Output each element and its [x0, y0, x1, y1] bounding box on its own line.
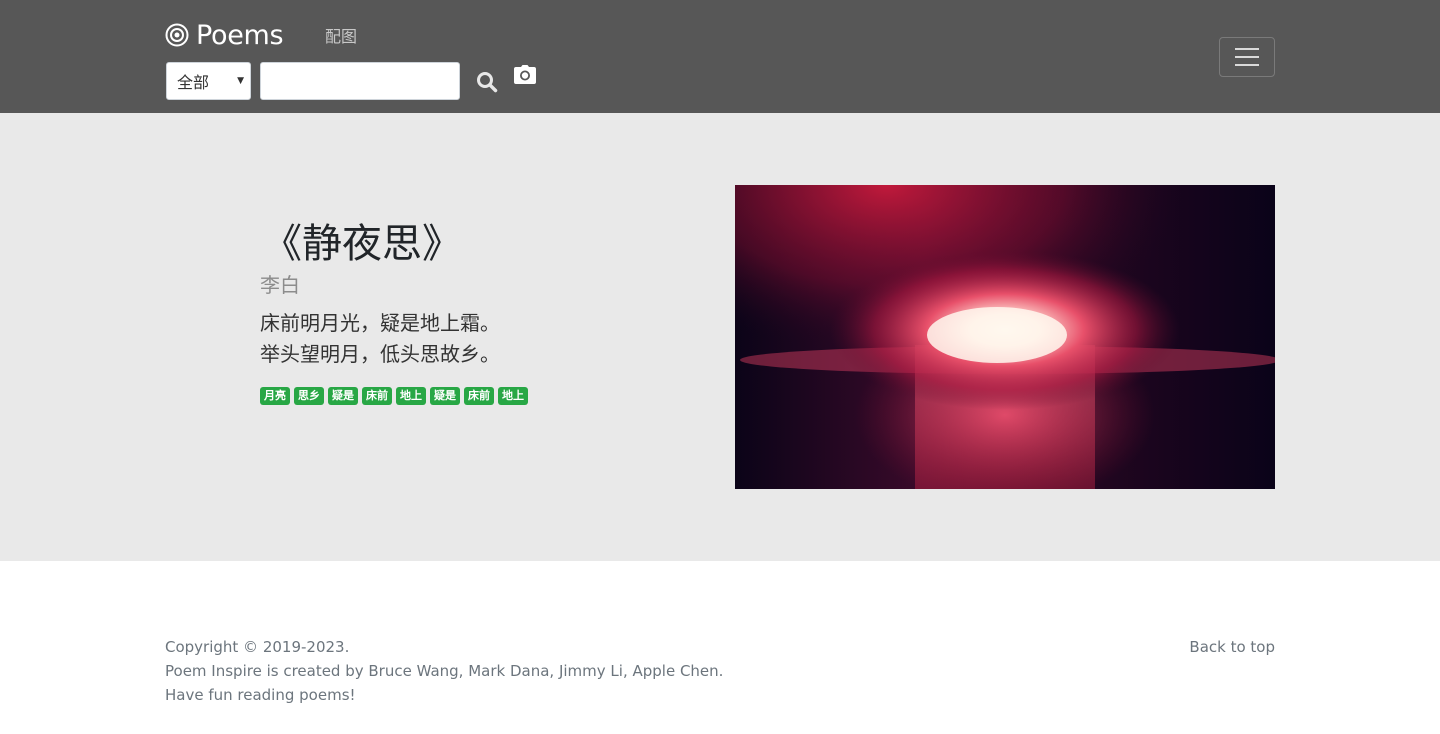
red-glow-illustration	[735, 185, 1275, 489]
navbar: Poems 配图 全部 ▼	[0, 0, 1440, 113]
target-circle-icon	[165, 23, 189, 47]
nav-link-illustration[interactable]: 配图	[325, 23, 357, 47]
credits-text: Poem Inspire is created by Bruce Wang, M…	[165, 662, 724, 680]
poem-illustration-image	[735, 185, 1275, 489]
poem-line: 床前明月光，疑是地上霜。	[260, 311, 500, 335]
keyword-tag[interactable]: 床前	[362, 387, 392, 405]
camera-button[interactable]	[513, 64, 537, 86]
menu-toggle-button[interactable]	[1219, 37, 1275, 77]
poem-hero: 《静夜思》 李白 床前明月光，疑是地上霜。 举头望明月，低头思故乡。 月亮 思乡…	[0, 113, 1440, 561]
camera-icon	[514, 65, 536, 84]
footer-credits: Copyright © 2019-2023. Poem Inspire is c…	[165, 635, 723, 707]
search-category-value: 全部	[177, 73, 210, 92]
search-category-select[interactable]: 全部 ▼	[166, 62, 251, 100]
keyword-tag[interactable]: 思乡	[294, 387, 324, 405]
brand-name: Poems	[196, 19, 284, 51]
keyword-tag[interactable]: 地上	[498, 387, 528, 405]
tagline-text: Have fun reading poems!	[165, 686, 356, 704]
hamburger-menu-icon	[1235, 48, 1259, 66]
back-to-top-link[interactable]: Back to top	[1189, 635, 1275, 659]
poem-author: 李白	[260, 273, 300, 297]
search-icon	[477, 72, 498, 93]
keyword-tag[interactable]: 月亮	[260, 387, 290, 405]
poem-body: 床前明月光，疑是地上霜。 举头望明月，低头思故乡。	[260, 308, 500, 370]
keyword-tags: 月亮 思乡 疑是 床前 地上 疑是 床前 地上	[260, 387, 528, 405]
keyword-tag[interactable]: 地上	[396, 387, 426, 405]
poem-line: 举头望明月，低头思故乡。	[260, 342, 500, 366]
copyright-text: Copyright © 2019-2023.	[165, 638, 350, 656]
page-footer: Copyright © 2019-2023. Poem Inspire is c…	[0, 561, 1440, 734]
select-caret-icon: ▼	[237, 76, 244, 86]
keyword-tag[interactable]: 床前	[464, 387, 494, 405]
keyword-tag[interactable]: 疑是	[328, 387, 358, 405]
search-button[interactable]	[473, 68, 501, 96]
keyword-tag[interactable]: 疑是	[430, 387, 460, 405]
brand-link[interactable]: Poems	[165, 18, 284, 52]
search-input[interactable]	[260, 62, 460, 100]
poem-title: 《静夜思》	[262, 221, 462, 267]
